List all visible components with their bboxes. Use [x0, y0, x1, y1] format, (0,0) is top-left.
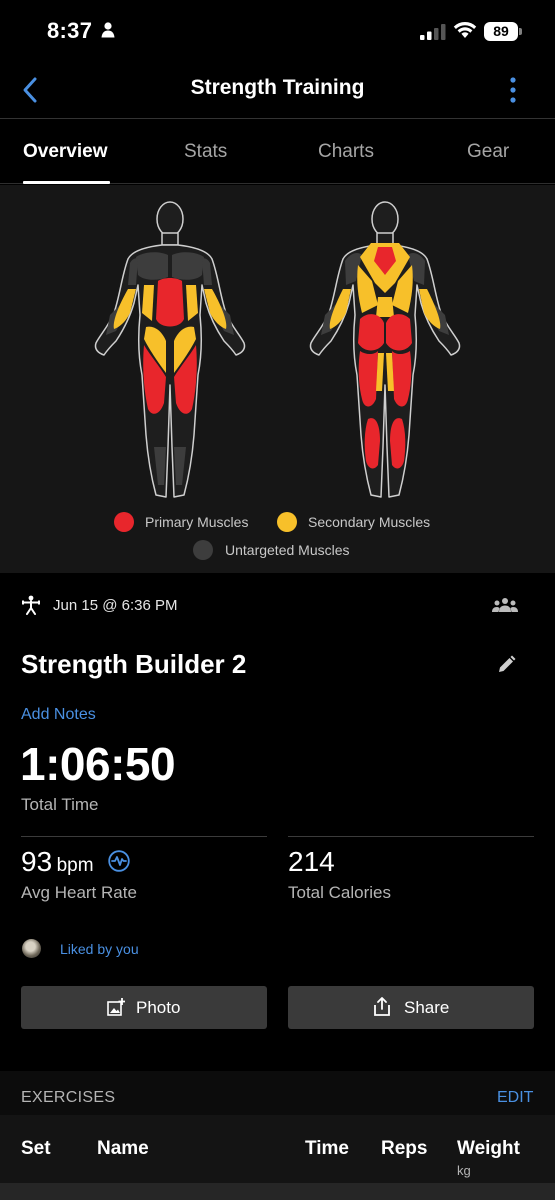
legend-untargeted-dot	[193, 540, 213, 560]
legend-secondary-dot	[277, 512, 297, 532]
edit-pencil-icon[interactable]	[496, 655, 516, 675]
avatar	[22, 939, 41, 958]
body-front-figure	[94, 201, 246, 498]
total-time-label: Total Time	[21, 795, 99, 814]
battery-level: 89	[484, 22, 518, 41]
share-icon	[374, 997, 390, 1016]
tab-gear[interactable]: Gear	[467, 141, 509, 163]
nav-bar: Strength Training	[0, 62, 555, 119]
heart-rate-label: Avg Heart Rate	[21, 883, 137, 902]
workout-datetime: Jun 15 @ 6:36 PM	[53, 597, 178, 614]
exercises-title: EXERCISES	[21, 1089, 116, 1106]
wifi-icon	[453, 21, 477, 38]
heart-rate-stat: 93 bpm	[21, 846, 94, 878]
more-vertical-icon[interactable]	[508, 76, 518, 104]
calories-value: 214	[288, 846, 335, 877]
muscle-map-figures	[94, 201, 461, 498]
tab-charts[interactable]: Charts	[318, 141, 374, 163]
exercises-table-header: Set Name Time Reps Weight kg	[0, 1115, 555, 1183]
share-button[interactable]: Share	[288, 986, 534, 1029]
add-notes-link[interactable]: Add Notes	[21, 706, 96, 724]
workout-title: Strength Builder 2	[21, 649, 247, 679]
table-row	[0, 1183, 555, 1200]
column-set: Set	[21, 1138, 51, 1159]
signal-icon	[420, 24, 446, 40]
group-icon[interactable]	[492, 597, 518, 613]
status-time: 8:37	[47, 18, 93, 43]
page-title: Strength Training	[190, 76, 365, 99]
heart-rate-value: 93	[21, 846, 53, 877]
tab-overview[interactable]: Overview	[23, 141, 108, 163]
heart-rate-icon[interactable]	[108, 850, 130, 872]
body-back-figure	[309, 201, 461, 498]
legend-primary-dot	[114, 512, 134, 532]
muscle-map-panel: Primary Muscles Secondary Muscles Untarg…	[0, 185, 555, 573]
share-button-label: Share	[404, 998, 450, 1017]
divider	[288, 836, 534, 837]
liked-by-link[interactable]: Liked by you	[60, 941, 139, 957]
heart-rate-unit: bpm	[56, 855, 94, 876]
photo-button[interactable]: Photo	[21, 986, 267, 1029]
photo-button-label: Photo	[136, 998, 181, 1017]
column-reps: Reps	[381, 1138, 428, 1159]
column-weight-unit: kg	[457, 1163, 471, 1178]
legend-primary-label: Primary Muscles	[145, 514, 249, 530]
tab-active-indicator	[23, 181, 110, 184]
exercises-edit-button[interactable]: EDIT	[497, 1089, 533, 1107]
person-icon	[101, 22, 115, 38]
column-weight: Weight	[457, 1138, 520, 1159]
divider	[21, 836, 267, 837]
column-name: Name	[97, 1138, 149, 1159]
add-photo-icon	[107, 998, 125, 1016]
tab-stats[interactable]: Stats	[184, 141, 227, 163]
legend-secondary-label: Secondary Muscles	[308, 514, 431, 530]
status-bar: 8:37 89	[0, 0, 555, 62]
calories-label: Total Calories	[288, 883, 391, 902]
column-time: Time	[305, 1138, 350, 1159]
legend-untargeted-label: Untargeted Muscles	[225, 542, 350, 558]
battery-icon	[519, 28, 522, 35]
total-time-value: 1:06:50	[20, 738, 176, 790]
strength-training-icon	[22, 595, 40, 615]
tab-bar: Overview Stats Charts Gear	[0, 120, 555, 184]
